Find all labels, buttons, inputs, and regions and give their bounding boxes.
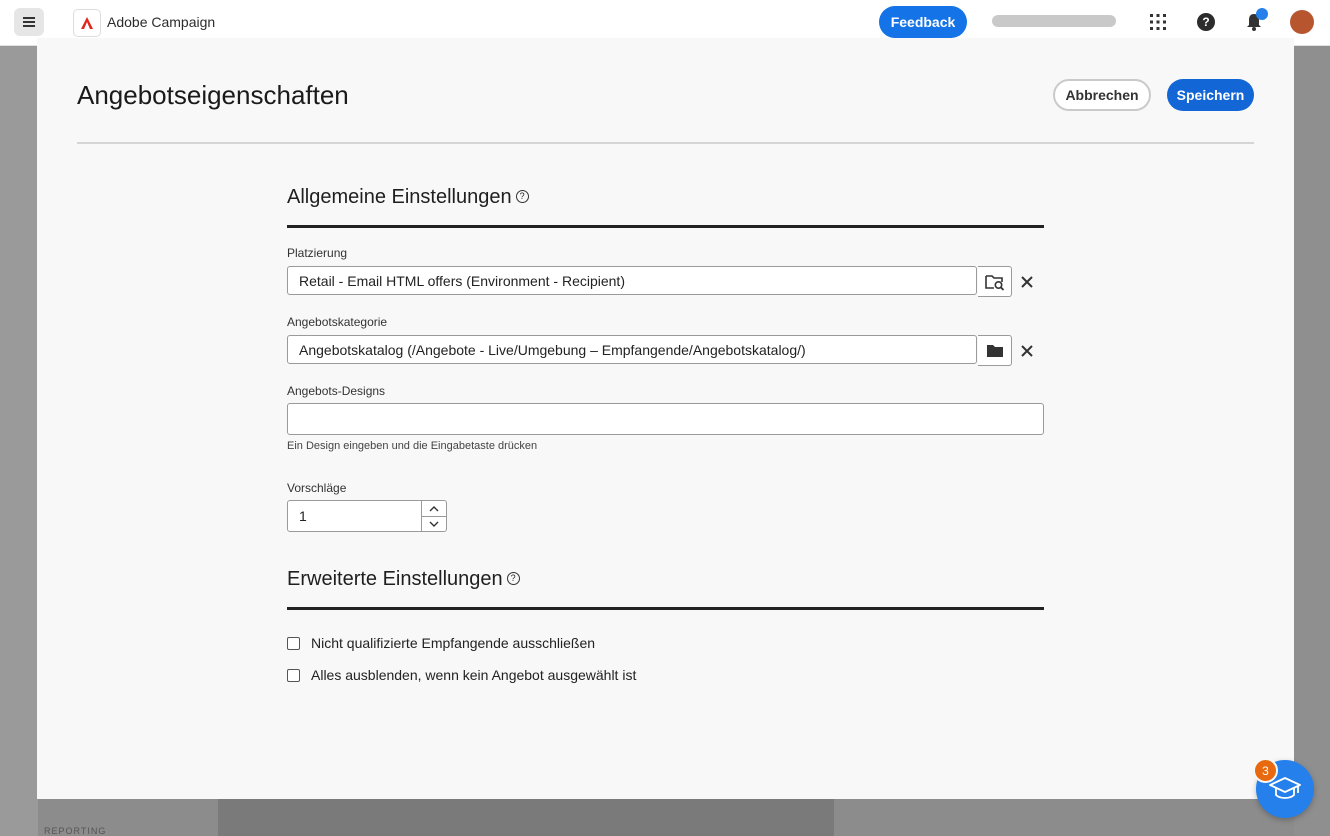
placement-field[interactable]: Retail - Email HTML offers (Environment … [287,266,977,295]
adobe-logo-icon [73,9,101,37]
app-switcher-icon[interactable] [1149,13,1167,31]
proposals-stepper[interactable]: 1 [287,500,447,532]
hamburger-menu-icon[interactable] [14,8,44,36]
notification-dot [1256,8,1268,20]
category-label: Angebotskategorie [287,315,388,329]
tutorials-count-badge: 3 [1253,758,1278,783]
info-icon[interactable]: ? [515,190,529,204]
hide-all-label: Alles ausblenden, wenn kein Angebot ausg… [311,667,637,683]
background-content-bottom [218,798,834,836]
proposals-value: 1 [299,508,307,524]
cancel-button[interactable]: Abbrechen [1053,79,1151,111]
designs-help-text: Ein Design eingeben und die Eingabetaste… [287,440,538,452]
exclude-unqualified-checkbox-row[interactable]: Nicht qualifizierte Empfangende ausschli… [287,635,595,651]
dialog-title: Angebotseigenschaften [77,80,349,110]
avatar[interactable] [1290,10,1314,34]
header-divider [77,142,1254,144]
save-button[interactable]: Speichern [1167,79,1254,111]
info-icon[interactable]: ? [506,572,520,586]
feedback-button[interactable]: Feedback [879,6,967,38]
general-settings-heading: Allgemeine Einstellungen? [287,186,529,209]
left-navigation-rail [0,46,38,836]
advanced-settings-heading: Erweiterte Einstellungen? [287,568,520,591]
general-settings-title: Allgemeine Einstellungen [287,186,512,208]
background-content-right [1294,46,1330,836]
category-clear-icon[interactable] [1018,342,1036,360]
hide-all-checkbox-row[interactable]: Alles ausblenden, wenn kein Angebot ausg… [287,667,636,683]
folder-search-icon [984,274,1004,291]
folder-icon [986,344,1003,357]
hide-all-checkbox[interactable] [287,668,300,682]
category-browse-button[interactable] [978,335,1012,366]
placement-label: Platzierung [287,246,348,260]
section-divider [287,607,1044,610]
org-name-blurred[interactable] [992,15,1116,27]
category-value: Angebotskatalog (/Angebote - Live/Umgebu… [299,342,806,358]
help-icon[interactable]: ? [1197,13,1215,31]
stepper-down-icon[interactable] [422,516,446,531]
exclude-unqualified-label: Nicht qualifizierte Empfangende ausschli… [311,635,596,651]
designs-label: Angebots-Designs [287,384,386,398]
placement-clear-icon[interactable] [1018,273,1036,291]
section-divider [287,225,1044,228]
designs-input[interactable] [287,403,1044,435]
offer-properties-dialog: Angebotseigenschaften Abbrechen Speicher… [37,38,1294,799]
exclude-unqualified-checkbox[interactable] [287,636,300,650]
placement-browse-button[interactable] [978,266,1012,297]
category-field[interactable]: Angebotskatalog (/Angebote - Live/Umgebu… [287,335,977,364]
advanced-settings-title: Erweiterte Einstellungen [287,568,503,590]
reporting-nav-label: REPORTING [44,826,107,836]
proposals-label: Vorschläge [287,481,347,495]
stepper-up-icon[interactable] [422,501,446,517]
placement-value: Retail - Email HTML offers (Environment … [299,273,625,289]
app-name: Adobe Campaign [107,14,216,30]
